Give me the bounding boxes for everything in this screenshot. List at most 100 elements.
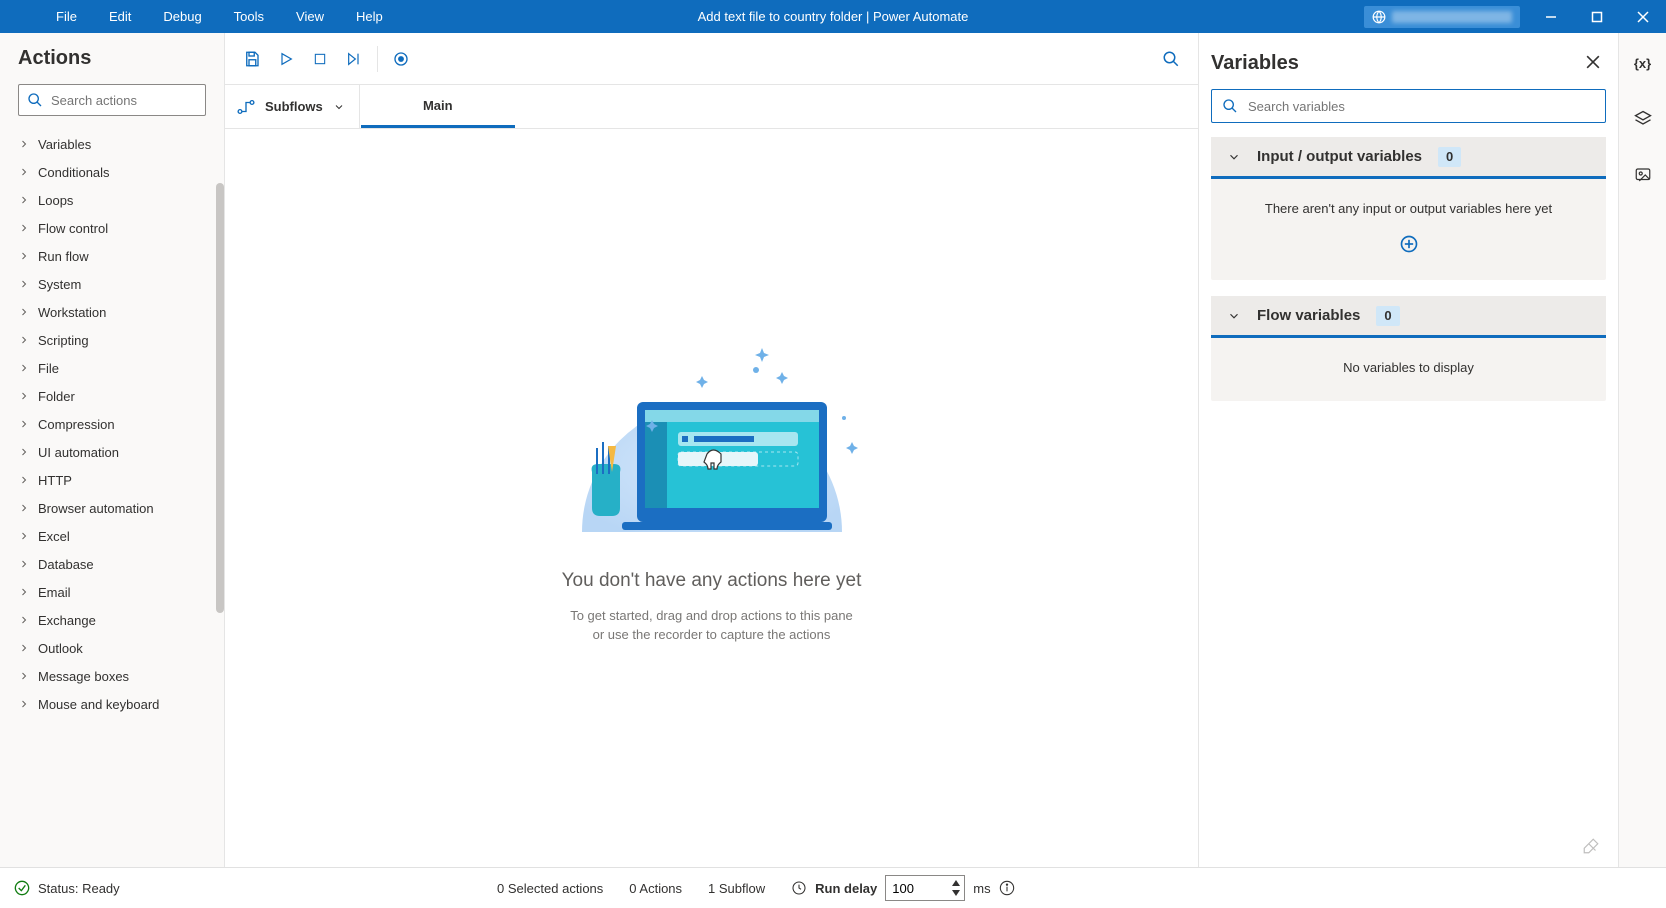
action-category-outlook[interactable]: Outlook	[0, 634, 224, 662]
toolbar-search-button[interactable]	[1154, 42, 1188, 76]
spinner-up[interactable]	[952, 878, 960, 888]
menu-debug[interactable]: Debug	[147, 0, 217, 33]
variables-search-input[interactable]	[1248, 99, 1595, 114]
flow-canvas: Subflows Main	[225, 85, 1198, 867]
action-category-workstation[interactable]: Workstation	[0, 298, 224, 326]
menu-edit[interactable]: Edit	[93, 0, 147, 33]
action-category-file[interactable]: File	[0, 354, 224, 382]
action-category-label: Workstation	[38, 305, 106, 320]
rail-layers-button[interactable]	[1625, 103, 1661, 135]
action-category-variables[interactable]: Variables	[0, 130, 224, 158]
subflows-dropdown[interactable]: Subflows	[225, 85, 360, 128]
action-category-email[interactable]: Email	[0, 578, 224, 606]
action-category-label: UI automation	[38, 445, 119, 460]
canvas-empty-state: You don't have any actions here yet To g…	[225, 129, 1198, 867]
chevron-down-icon	[1227, 150, 1241, 164]
actions-scrollbar[interactable]	[216, 183, 224, 613]
action-category-label: System	[38, 277, 81, 292]
empty-subtitle: To get started, drag and drop actions to…	[570, 606, 853, 645]
menu-file[interactable]: File	[40, 0, 93, 33]
minimize-button[interactable]	[1528, 0, 1574, 33]
status-actions-count: 0 Actions	[629, 881, 682, 896]
flow-count-badge: 0	[1376, 306, 1399, 326]
action-category-database[interactable]: Database	[0, 550, 224, 578]
titlebar: File Edit Debug Tools View Help Add text…	[0, 0, 1666, 33]
stop-button[interactable]	[303, 42, 337, 76]
flow-variables-header[interactable]: Flow variables 0	[1211, 296, 1606, 338]
action-category-message-boxes[interactable]: Message boxes	[0, 662, 224, 690]
search-icon	[1222, 98, 1238, 114]
action-category-label: Flow control	[38, 221, 108, 236]
chevron-right-icon	[18, 362, 30, 374]
action-category-label: Mouse and keyboard	[38, 697, 159, 712]
action-category-system[interactable]: System	[0, 270, 224, 298]
action-category-label: File	[38, 361, 59, 376]
actions-search[interactable]	[18, 84, 206, 116]
io-section-title: Input / output variables	[1257, 148, 1422, 165]
save-button[interactable]	[235, 42, 269, 76]
action-category-label: Loops	[38, 193, 73, 208]
right-rail: {x}	[1618, 33, 1666, 867]
run-delay-unit: ms	[973, 881, 990, 896]
menu-view[interactable]: View	[280, 0, 340, 33]
rail-variables-button[interactable]: {x}	[1625, 47, 1661, 79]
action-category-mouse-and-keyboard[interactable]: Mouse and keyboard	[0, 690, 224, 718]
environment-picker[interactable]	[1364, 6, 1520, 28]
action-category-label: Message boxes	[38, 669, 129, 684]
run-delay-label: Run delay	[815, 881, 877, 896]
action-category-folder[interactable]: Folder	[0, 382, 224, 410]
run-delay-value[interactable]	[892, 881, 940, 896]
flow-variables-section: Flow variables 0 No variables to display	[1211, 296, 1606, 401]
action-category-label: Run flow	[38, 249, 89, 264]
action-category-loops[interactable]: Loops	[0, 186, 224, 214]
action-category-ui-automation[interactable]: UI automation	[0, 438, 224, 466]
action-category-excel[interactable]: Excel	[0, 522, 224, 550]
spinner-down[interactable]	[952, 888, 960, 898]
actions-search-input[interactable]	[51, 93, 197, 108]
action-category-label: Conditionals	[38, 165, 110, 180]
window-title: Add text file to country folder | Power …	[698, 9, 969, 24]
menu-tools[interactable]: Tools	[218, 0, 280, 33]
tab-main[interactable]: Main	[361, 85, 515, 128]
action-category-flow-control[interactable]: Flow control	[0, 214, 224, 242]
status-subflows-count: 1 Subflow	[708, 881, 765, 896]
maximize-button[interactable]	[1574, 0, 1620, 33]
action-category-compression[interactable]: Compression	[0, 410, 224, 438]
chevron-right-icon	[18, 306, 30, 318]
clear-button[interactable]	[1211, 833, 1606, 859]
toolbar	[225, 33, 1198, 85]
action-category-browser-automation[interactable]: Browser automation	[0, 494, 224, 522]
rail-images-button[interactable]	[1625, 159, 1661, 191]
chevron-down-icon	[333, 101, 345, 113]
variables-search[interactable]	[1211, 89, 1606, 123]
close-button[interactable]	[1620, 0, 1666, 33]
menu-help[interactable]: Help	[340, 0, 399, 33]
action-category-exchange[interactable]: Exchange	[0, 606, 224, 634]
subflows-label: Subflows	[265, 99, 323, 114]
action-category-label: Excel	[38, 529, 70, 544]
chevron-right-icon	[18, 614, 30, 626]
action-category-label: HTTP	[38, 473, 72, 488]
step-button[interactable]	[337, 42, 371, 76]
action-category-run-flow[interactable]: Run flow	[0, 242, 224, 270]
recorder-button[interactable]	[384, 42, 418, 76]
chevron-right-icon	[18, 558, 30, 570]
add-io-variable-button[interactable]	[1227, 234, 1590, 254]
action-category-scripting[interactable]: Scripting	[0, 326, 224, 354]
action-category-http[interactable]: HTTP	[0, 466, 224, 494]
chevron-right-icon	[18, 166, 30, 178]
io-variables-header[interactable]: Input / output variables 0	[1211, 137, 1606, 179]
empty-title: You don't have any actions here yet	[562, 570, 862, 592]
info-icon[interactable]	[999, 880, 1015, 896]
close-variables-button[interactable]	[1580, 49, 1606, 78]
action-category-label: Exchange	[38, 613, 96, 628]
step-icon	[345, 51, 363, 67]
action-category-label: Browser automation	[38, 501, 154, 516]
chevron-right-icon	[18, 586, 30, 598]
run-delay-input[interactable]	[885, 875, 965, 901]
search-icon	[27, 92, 43, 108]
empty-illustration	[552, 312, 872, 542]
run-button[interactable]	[269, 42, 303, 76]
chevron-right-icon	[18, 530, 30, 542]
action-category-conditionals[interactable]: Conditionals	[0, 158, 224, 186]
